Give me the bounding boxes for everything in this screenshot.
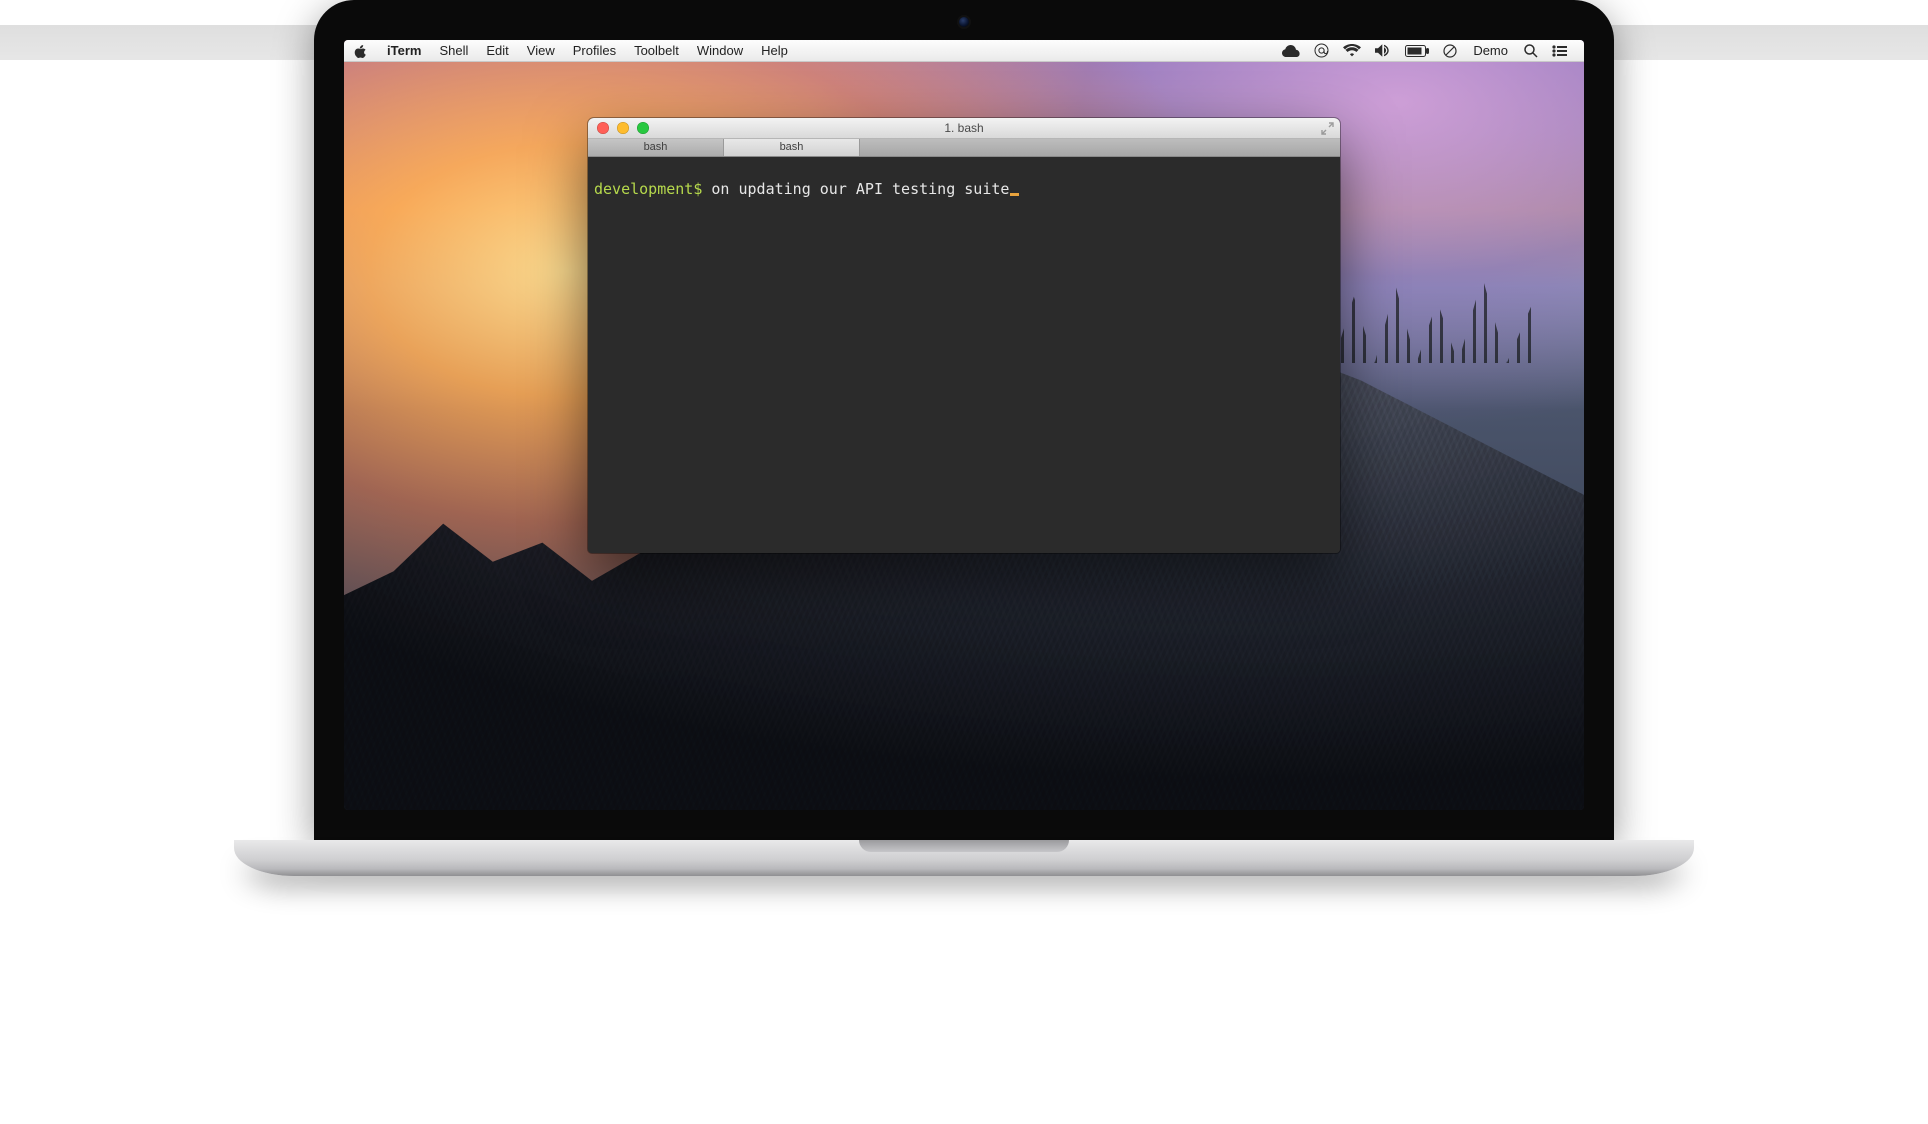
laptop-camera — [959, 17, 969, 27]
terminal-command-text: on updating our API testing suite — [702, 180, 1009, 198]
menubar-item-edit[interactable]: Edit — [477, 40, 517, 62]
menubar-app-name[interactable]: iTerm — [378, 40, 430, 62]
menubar-item-view[interactable]: View — [518, 40, 564, 62]
battery-icon[interactable] — [1398, 40, 1436, 62]
window-titlebar[interactable]: 1. bash — [588, 118, 1340, 139]
terminal-tab-label: bash — [644, 141, 668, 153]
terminal-tab-2[interactable]: bash — [724, 139, 860, 156]
laptop-frame: iTerm Shell Edit View Profiles Toolbelt … — [314, 0, 1614, 876]
window-minimize-button[interactable] — [617, 122, 629, 134]
menubar-user-label[interactable]: Demo — [1464, 40, 1517, 62]
terminal-prompt: development$ — [594, 180, 702, 198]
menubar-item-shell[interactable]: Shell — [430, 40, 477, 62]
menubar-item-toolbelt[interactable]: Toolbelt — [625, 40, 688, 62]
sync-off-icon[interactable] — [1436, 40, 1464, 62]
window-title: 1. bash — [588, 121, 1340, 135]
spotlight-search-icon[interactable] — [1517, 40, 1545, 62]
laptop-screen: iTerm Shell Edit View Profiles Toolbelt … — [344, 40, 1584, 810]
iterm-window[interactable]: 1. bash bash bash development$ on updati… — [588, 118, 1340, 553]
cloud-icon[interactable] — [1275, 40, 1307, 62]
laptop-bezel: iTerm Shell Edit View Profiles Toolbelt … — [314, 0, 1614, 840]
at-icon[interactable] — [1307, 40, 1336, 62]
macos-menubar: iTerm Shell Edit View Profiles Toolbelt … — [344, 40, 1584, 62]
terminal-tab-1[interactable]: bash — [588, 139, 724, 156]
window-zoom-button[interactable] — [637, 122, 649, 134]
laptop-base — [234, 840, 1694, 876]
terminal-body[interactable]: development$ on updating our API testing… — [588, 157, 1340, 553]
apple-menu-icon[interactable] — [354, 44, 368, 58]
terminal-tab-bar-filler — [860, 139, 1340, 156]
window-fullscreen-hint-icon[interactable] — [1321, 122, 1334, 135]
volume-icon[interactable] — [1368, 40, 1398, 62]
window-traffic-lights — [588, 122, 649, 134]
terminal-cursor — [1010, 193, 1019, 196]
terminal-tab-label: bash — [780, 141, 804, 153]
window-close-button[interactable] — [597, 122, 609, 134]
menubar-item-window[interactable]: Window — [688, 40, 752, 62]
notification-center-icon[interactable] — [1545, 40, 1574, 62]
wifi-icon[interactable] — [1336, 40, 1368, 62]
menubar-item-help[interactable]: Help — [752, 40, 797, 62]
terminal-tab-bar: bash bash — [588, 139, 1340, 157]
menubar-item-profiles[interactable]: Profiles — [564, 40, 625, 62]
